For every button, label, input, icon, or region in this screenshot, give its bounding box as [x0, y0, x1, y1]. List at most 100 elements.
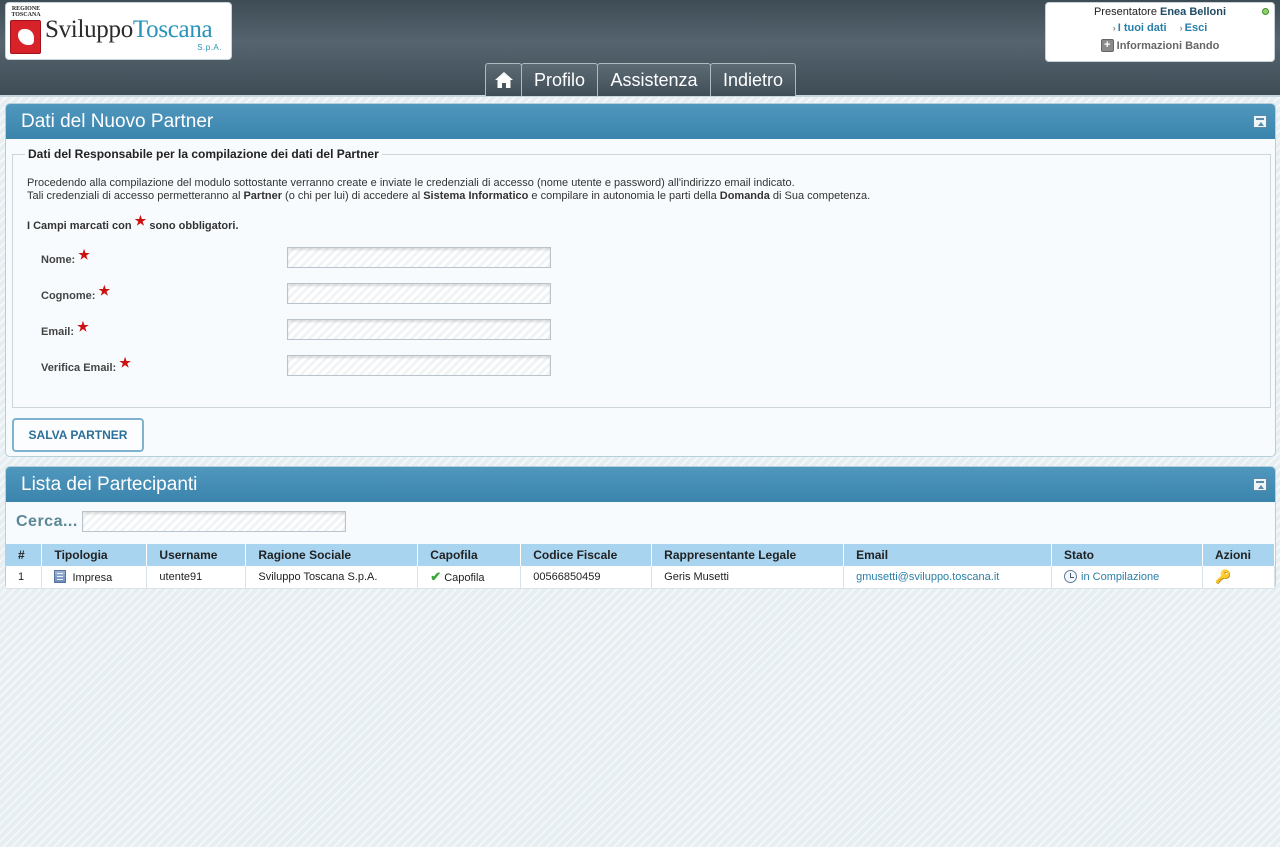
home-icon: [494, 72, 513, 88]
participants-table: # Tipologia Username Ragione Sociale Cap…: [6, 544, 1276, 589]
required-note: I Campi marcati con ★ sono obbligatori.: [27, 213, 239, 233]
main-nav: Profilo Assistenza Indietro: [485, 63, 796, 96]
verifica-email-label: Verifica Email: ★: [41, 355, 131, 375]
required-note-a: I Campi marcati con: [27, 220, 132, 232]
intro-text: Procedendo alla compilazione del modulo …: [27, 177, 870, 203]
clock-icon: [1064, 570, 1078, 584]
intro-text-b: (o chi per lui) di accedere al: [281, 190, 424, 202]
cell-email: gmusetti@sviluppo.toscana.it: [843, 566, 1053, 589]
check-icon: ✔: [430, 568, 442, 584]
collapse-icon[interactable]: [1253, 115, 1267, 128]
col-capofila[interactable]: Capofila: [417, 544, 522, 566]
role-label: Presentatore: [1093, 6, 1157, 18]
intro-sistema: Sistema Informatico: [423, 190, 529, 202]
email-label-text: Email:: [41, 326, 75, 338]
collapse-icon[interactable]: [1253, 478, 1267, 491]
cell-num: 1: [6, 566, 43, 589]
region-text: REGIONE TOSCANA: [11, 6, 41, 18]
col-tipologia[interactable]: Tipologia: [41, 544, 148, 566]
required-star-icon: ★: [78, 247, 90, 262]
chevron-right-icon: ›: [1179, 23, 1183, 33]
chevron-right-icon: ›: [1112, 23, 1116, 33]
col-azioni: Azioni: [1202, 544, 1276, 566]
verifica-email-field[interactable]: [287, 355, 551, 376]
col-num[interactable]: #: [6, 544, 43, 566]
col-username[interactable]: Username: [146, 544, 247, 566]
my-data-label: I tuoi dati: [1117, 22, 1167, 34]
intro-text-c: e compilare in autonomia le parti della: [528, 190, 720, 202]
table-row: 1 Impresa utente91 Sviluppo Toscana S.p.…: [6, 566, 1276, 589]
required-star-icon: ★: [98, 283, 111, 298]
brand-name: SviluppoToscana: [45, 16, 213, 44]
cognome-label: Cognome: ★: [41, 283, 110, 303]
panel-title: Dati del Nuovo Partner: [6, 104, 1275, 139]
my-data-link[interactable]: › I tuoi dati: [1113, 22, 1167, 34]
intro-text-a: Tali credenziali di accesso permetterann…: [27, 190, 244, 202]
user-links: › I tuoi dati › Esci: [1046, 22, 1274, 34]
nome-label: Nome: ★: [41, 247, 90, 267]
required-star-icon: ★: [119, 355, 131, 370]
col-rappresentante[interactable]: Rappresentante Legale: [651, 544, 845, 566]
building-icon: [54, 569, 67, 583]
email-field[interactable]: [287, 319, 551, 340]
email-link[interactable]: gmusetti@sviluppo.toscana.it: [856, 571, 999, 583]
brand-part-1: Sviluppo: [45, 16, 133, 43]
panel-title: Lista dei Partecipanti: [6, 467, 1275, 502]
nav-profilo[interactable]: Profilo: [521, 63, 598, 96]
cell-username: utente91: [146, 566, 247, 589]
user-panel: Presentatore Enea Belloni › I tuoi dati ›…: [1045, 2, 1275, 62]
cell-ragione-sociale: Sviluppo Toscana S.p.A.: [245, 566, 419, 589]
region-emblem: REGIONE TOSCANA: [10, 6, 42, 56]
email-label: Email: ★: [41, 319, 89, 339]
brand-part-2: Toscana: [132, 16, 213, 43]
nome-label-text: Nome:: [41, 254, 76, 266]
cell-azioni: 🔑: [1202, 566, 1276, 589]
stato-link[interactable]: in Compilazione: [1081, 571, 1159, 583]
tipologia-text: Impresa: [72, 571, 113, 584]
logout-link[interactable]: › Esci: [1180, 22, 1208, 34]
fieldset-legend: Dati del Responsabile per la compilazion…: [28, 147, 379, 161]
cell-rappresentante: Geris Musetti: [651, 566, 845, 589]
nome-field[interactable]: [287, 247, 551, 268]
user-greeting: Presentatore Enea Belloni: [1046, 6, 1274, 18]
app-header: REGIONE TOSCANA SviluppoToscana S.p.A. P…: [0, 0, 1280, 97]
search-label: Cerca...: [16, 512, 78, 530]
brand-spa: S.p.A.: [197, 43, 222, 52]
nav-indietro[interactable]: Indietro: [710, 63, 796, 96]
required-note-b: sono obbligatori.: [149, 220, 239, 232]
required-star-icon: ★: [134, 213, 147, 228]
user-name: Enea Belloni: [1160, 6, 1227, 18]
table-header-row: # Tipologia Username Ragione Sociale Cap…: [6, 544, 1276, 566]
required-star-icon: ★: [77, 319, 89, 334]
cell-tipologia: Impresa: [41, 566, 148, 589]
col-ragione-sociale[interactable]: Ragione Sociale: [245, 544, 419, 566]
key-icon[interactable]: 🔑: [1215, 569, 1231, 584]
col-email[interactable]: Email: [843, 544, 1053, 566]
logout-label: Esci: [1184, 22, 1208, 34]
intro-partner: Partner: [243, 190, 282, 202]
col-codice-fiscale[interactable]: Codice Fiscale: [520, 544, 653, 566]
nav-assistenza[interactable]: Assistenza: [597, 63, 711, 96]
intro-line-1: Procedendo alla compilazione del modulo …: [27, 177, 795, 189]
participants-panel: Lista dei Partecipanti Cerca... # Tipolo…: [5, 466, 1276, 589]
pegasus-shield-icon: [10, 20, 41, 54]
intro-text-d: di Sua competenza.: [769, 190, 871, 202]
nav-home[interactable]: [485, 63, 522, 96]
save-partner-button[interactable]: SALVA PARTNER: [12, 418, 144, 452]
search-input[interactable]: [81, 511, 346, 532]
logo[interactable]: REGIONE TOSCANA SviluppoToscana S.p.A.: [5, 2, 232, 60]
search-row: Cerca...: [16, 511, 346, 532]
cognome-label-text: Cognome:: [41, 290, 96, 302]
intro-line-2: Tali credenziali di accesso permetterann…: [27, 190, 870, 203]
capofila-text: Capofila: [444, 571, 485, 584]
new-partner-panel: Dati del Nuovo Partner Dati del Responsa…: [5, 103, 1276, 457]
online-status-icon: [1262, 8, 1269, 15]
cognome-field[interactable]: [287, 283, 551, 304]
verifica-email-label-text: Verifica Email:: [41, 362, 117, 374]
plus-icon: +: [1100, 39, 1114, 52]
intro-domanda: Domanda: [719, 190, 770, 202]
col-stato[interactable]: Stato: [1051, 544, 1203, 566]
cell-codice-fiscale: 00566850459: [520, 566, 653, 589]
info-bando-link[interactable]: + Informazioni Bando: [1046, 39, 1274, 52]
cell-stato: in Compilazione: [1051, 566, 1203, 589]
